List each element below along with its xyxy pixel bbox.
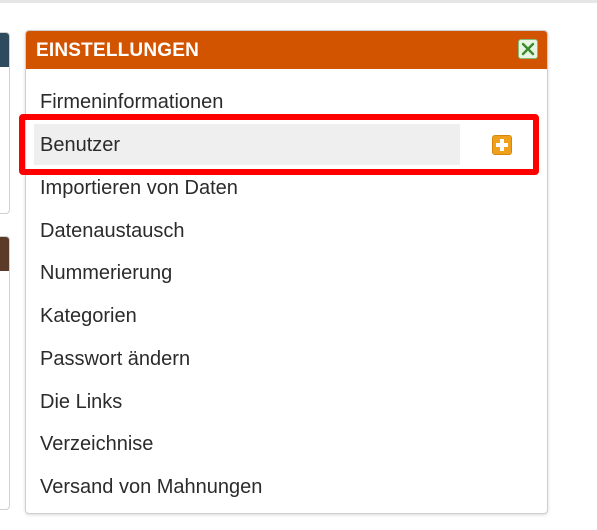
menu-item-verzeichnise[interactable]: Verzeichnise [40, 432, 153, 456]
close-button[interactable] [518, 39, 538, 59]
menu-item-versand-von-mahnungen[interactable]: Versand von Mahnungen [40, 475, 262, 499]
menu-item-firmeninformationen[interactable]: Firmeninformationen [40, 90, 223, 114]
screen: EINSTELLUNGEN Firmeninformationen Benutz… [0, 0, 597, 530]
background-panel [0, 32, 10, 214]
background-panel [0, 236, 10, 510]
menu-item-datenaustausch[interactable]: Datenaustausch [40, 219, 185, 243]
close-icon [521, 42, 535, 56]
background-panel-header [0, 33, 9, 67]
add-icon[interactable] [492, 135, 512, 155]
menu-item-die-links[interactable]: Die Links [40, 390, 122, 414]
top-divider [0, 0, 597, 3]
menu-item-nummerierung[interactable]: Nummerierung [40, 261, 172, 285]
panel-title: EINSTELLUNGEN [36, 40, 200, 61]
background-panel-header [0, 237, 9, 271]
menu-item-passwort-aendern[interactable]: Passwort ändern [40, 347, 190, 371]
settings-panel-header: EINSTELLUNGEN [26, 31, 547, 69]
settings-panel: EINSTELLUNGEN Firmeninformationen Benutz… [25, 30, 548, 514]
menu-item-benutzer[interactable]: Benutzer [40, 133, 120, 157]
menu-item-kategorien[interactable]: Kategorien [40, 304, 137, 328]
menu-item-importieren[interactable]: Importieren von Daten [40, 176, 238, 200]
